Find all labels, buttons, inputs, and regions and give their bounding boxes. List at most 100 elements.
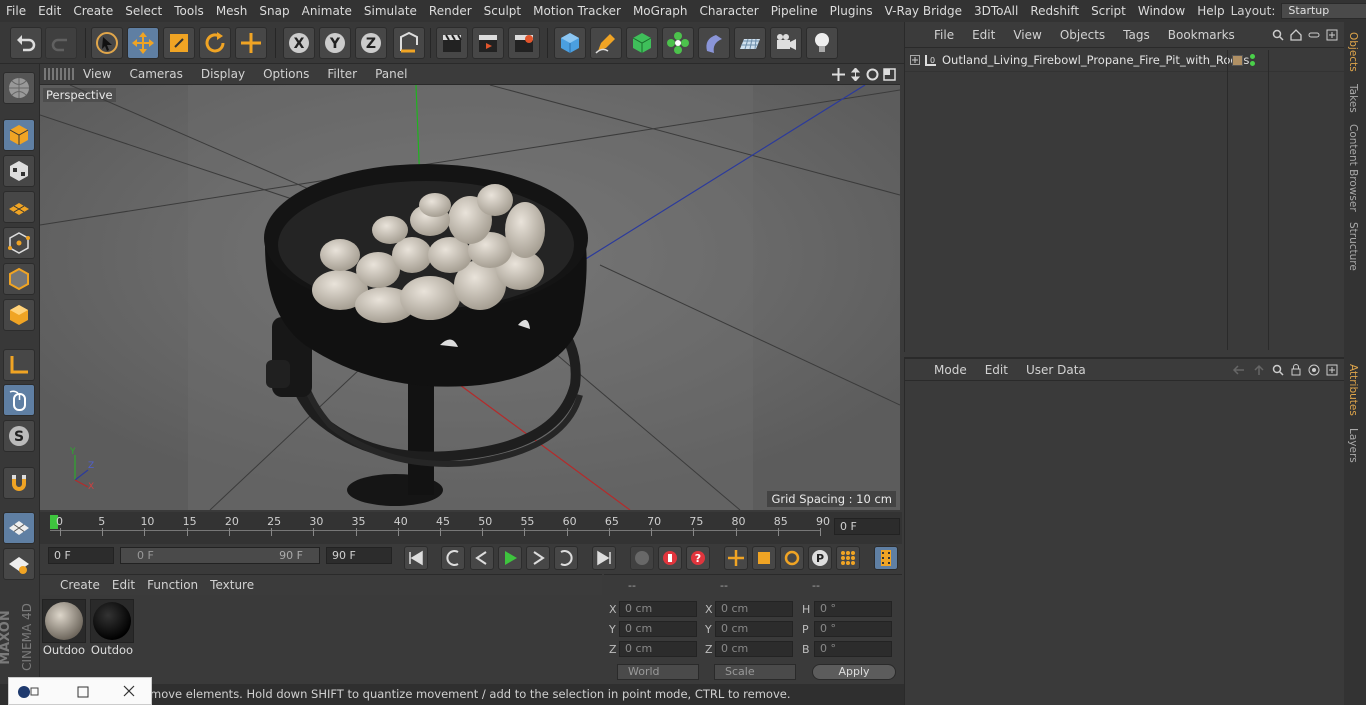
objects-menu-bookmarks[interactable]: Bookmarks [1159, 28, 1244, 42]
start-frame-field[interactable]: 0 F [48, 547, 114, 564]
timeline-window-button[interactable] [874, 546, 898, 570]
light-button[interactable] [806, 27, 838, 59]
menu-edit[interactable]: Edit [32, 4, 67, 18]
size-y-field[interactable]: 0 cm [715, 621, 793, 637]
redo-button[interactable] [45, 27, 77, 59]
menu-pipeline[interactable]: Pipeline [765, 4, 824, 18]
menu-redshift[interactable]: Redshift [1024, 4, 1085, 18]
workplane-lock-button[interactable] [3, 512, 35, 544]
solo-button[interactable]: S [3, 420, 35, 452]
menu-character[interactable]: Character [693, 4, 764, 18]
render-picture-viewer-button[interactable] [472, 27, 504, 59]
rotation-p-field[interactable]: 0 ° [814, 621, 892, 637]
search-icon[interactable] [1272, 29, 1284, 41]
rotate-view-icon[interactable] [866, 68, 879, 81]
menu-vray-bridge[interactable]: V-Ray Bridge [879, 4, 968, 18]
viewport-menu-panel[interactable]: Panel [366, 67, 416, 81]
key-scale-button[interactable] [752, 546, 776, 570]
menu-3dtoall[interactable]: 3DToAll [968, 4, 1024, 18]
viewport-menu-display[interactable]: Display [192, 67, 254, 81]
menu-simulate[interactable]: Simulate [358, 4, 423, 18]
snapping-button[interactable] [3, 467, 35, 499]
tab-content-browser[interactable]: Content Browser [1347, 124, 1359, 212]
viewport-menu-filter[interactable]: Filter [318, 67, 366, 81]
material-swatch-black[interactable]: Outdoo [90, 599, 134, 657]
menu-sculpt[interactable]: Sculpt [478, 4, 527, 18]
viewport-menu-view[interactable]: View [74, 67, 120, 81]
material-menu-edit[interactable]: Edit [106, 578, 141, 592]
size-x-field[interactable]: 0 cm [715, 601, 793, 617]
end-frame-field[interactable]: 90 F [326, 547, 392, 564]
record-active-button[interactable] [658, 546, 682, 570]
x-axis-lock-button[interactable]: X [283, 27, 315, 59]
material-menu-texture[interactable]: Texture [204, 578, 260, 592]
scale-dropdown[interactable]: Scale [714, 664, 796, 680]
rotation-h-field[interactable]: 0 ° [814, 601, 892, 617]
objects-menu-file[interactable]: File [925, 28, 963, 42]
menu-render[interactable]: Render [423, 4, 478, 18]
attributes-menu-mode[interactable]: Mode [925, 363, 976, 377]
floor-button[interactable] [734, 27, 766, 59]
previous-frame-button[interactable] [470, 546, 494, 570]
tab-takes[interactable]: Takes [1347, 84, 1359, 113]
scale-tool-button[interactable] [163, 27, 195, 59]
texture-mode-button[interactable] [3, 155, 35, 187]
workplane-settings-button[interactable] [3, 548, 35, 580]
attr-new-panel-icon[interactable] [1326, 364, 1338, 376]
key-pla-button[interactable] [836, 546, 860, 570]
target-icon[interactable] [1308, 364, 1320, 376]
menu-help[interactable]: Help [1191, 4, 1230, 18]
viewport-menu-cameras[interactable]: Cameras [120, 67, 191, 81]
apply-button[interactable]: Apply [812, 664, 896, 680]
menu-snap[interactable]: Snap [253, 4, 295, 18]
next-keyframe-button[interactable] [554, 546, 578, 570]
position-z-field[interactable]: 0 cm [619, 641, 697, 657]
menu-select[interactable]: Select [119, 4, 168, 18]
attributes-menu-user-data[interactable]: User Data [1017, 363, 1095, 377]
menu-plugins[interactable]: Plugins [824, 4, 879, 18]
link-icon[interactable] [1308, 29, 1320, 41]
live-selection-button[interactable] [91, 27, 123, 59]
move-tool-button[interactable] [127, 27, 159, 59]
menu-tools[interactable]: Tools [168, 4, 210, 18]
up-arrow-icon[interactable] [1252, 364, 1266, 376]
coordinate-system-button[interactable] [393, 27, 425, 59]
render-visibility-dot[interactable] [1250, 61, 1255, 66]
edges-mode-button[interactable] [3, 263, 35, 295]
rotate-tool-button[interactable] [199, 27, 231, 59]
material-swatch-rock[interactable]: Outdoo [42, 599, 86, 657]
restore-window-icon[interactable] [77, 686, 89, 698]
key-rotation-button[interactable] [780, 546, 804, 570]
polygons-mode-button[interactable] [3, 299, 35, 331]
position-x-field[interactable]: 0 cm [619, 601, 697, 617]
menu-mesh[interactable]: Mesh [210, 4, 254, 18]
menu-create[interactable]: Create [67, 4, 119, 18]
menu-script[interactable]: Script [1085, 4, 1132, 18]
undo-button[interactable] [10, 27, 42, 59]
back-arrow-icon[interactable] [1232, 364, 1246, 376]
key-parameter-button[interactable]: P [808, 546, 832, 570]
motion-record-button[interactable] [630, 546, 654, 570]
rotation-b-field[interactable]: 0 ° [814, 641, 892, 657]
menu-window[interactable]: Window [1132, 4, 1191, 18]
workplane-mode-button[interactable] [3, 191, 35, 223]
tab-objects[interactable]: Objects [1347, 32, 1359, 72]
timeline-ruler[interactable]: 0 5 10 15 20 25 30 35 40 45 50 55 60 65 70 75 80 85 90 0 F [40, 512, 902, 544]
go-to-end-button[interactable] [592, 546, 616, 570]
go-to-start-button[interactable] [404, 546, 428, 570]
tab-layers[interactable]: Layers [1347, 428, 1359, 463]
tab-structure[interactable]: Structure [1347, 222, 1359, 271]
lock-icon[interactable] [1290, 363, 1302, 376]
cloner-button[interactable] [662, 27, 694, 59]
objects-menu-view[interactable]: View [1004, 28, 1050, 42]
menu-motion-tracker[interactable]: Motion Tracker [527, 4, 627, 18]
points-mode-button[interactable] [3, 227, 35, 259]
deformer-button[interactable] [698, 27, 730, 59]
current-frame-field[interactable]: 0 F [834, 518, 900, 535]
attr-search-icon[interactable] [1272, 364, 1284, 376]
pen-spline-button[interactable] [590, 27, 622, 59]
menu-mograph[interactable]: MoGraph [627, 4, 694, 18]
size-z-field[interactable]: 0 cm [715, 641, 793, 657]
pan-view-icon[interactable] [832, 67, 845, 81]
layout-dropdown[interactable]: Startup [1281, 3, 1366, 19]
